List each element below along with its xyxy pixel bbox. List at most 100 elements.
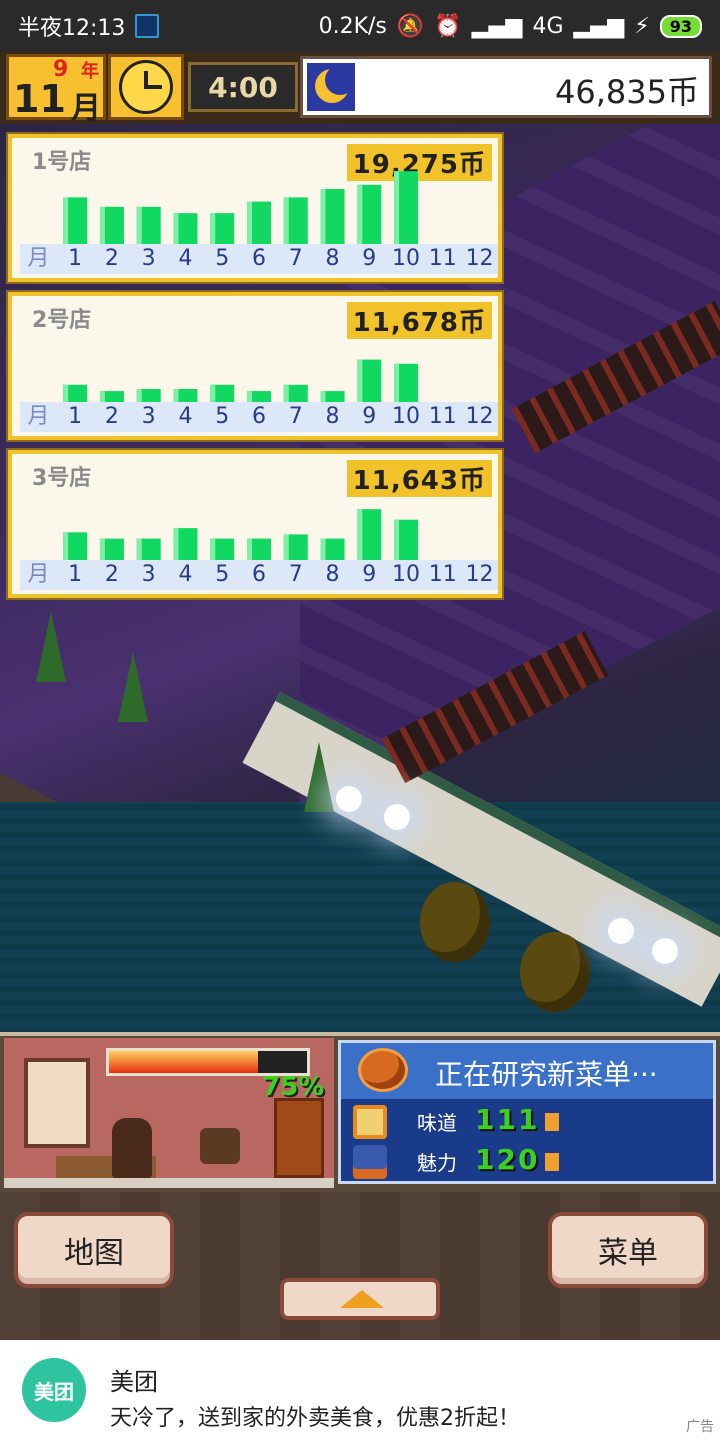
kitchen-floor	[4, 1178, 334, 1188]
month-number: 11	[13, 77, 66, 121]
charging-icon: ⚡	[634, 13, 650, 39]
game-time: 4:00	[188, 62, 298, 112]
mute-icon: 🔕	[396, 13, 425, 39]
month-tick-label: 1	[68, 404, 83, 429]
menu-button[interactable]: 菜单	[548, 1212, 708, 1288]
stat-label: 味道	[417, 1111, 457, 1135]
month-tick-label: 2	[104, 246, 119, 271]
ad-title: 美团	[110, 1368, 158, 1396]
network-speed: 0.2K/s	[318, 13, 387, 39]
month-tick-label: 9	[362, 562, 377, 587]
clock-button[interactable]	[108, 54, 184, 120]
month-tick-label: 2	[104, 562, 119, 587]
app-notification-icon	[135, 14, 160, 38]
month-tick-label: 11	[428, 562, 457, 587]
store-panel-2[interactable]: 2号店 11,678币 月 1 2 3 4 5 6 7 8 9 10 11 12	[8, 292, 502, 440]
month-tick-label: 7	[288, 404, 303, 429]
store-panel-3[interactable]: 3号店 11,643币 月 1 2 3 4 5 6 7 8 9 10 11 12	[8, 450, 502, 598]
month-tick-label: 9	[362, 404, 377, 429]
pine-tree	[36, 612, 66, 682]
month-tick-label: 6	[251, 562, 266, 587]
charm-icon	[353, 1145, 387, 1179]
taste-icon	[353, 1105, 387, 1139]
clock-icon	[119, 60, 173, 114]
month-axis: 月 1 2 3 4 5 6 7 8 9 10 11 12	[20, 560, 498, 590]
month-label: 月	[71, 91, 101, 126]
month-tick-label: 6	[251, 246, 266, 271]
month-tick-label: 12	[465, 246, 494, 271]
month-tick-label: 5	[215, 246, 230, 271]
progress-fill	[109, 1051, 258, 1073]
month-tick-label: 9	[362, 246, 377, 271]
lattice-window	[24, 1058, 90, 1148]
sales-bar-highlight	[320, 189, 326, 252]
ad-logo: 美团	[22, 1358, 86, 1422]
month-tick-label: 2	[104, 404, 119, 429]
chef-character	[112, 1118, 152, 1178]
month-tick-label: 6	[251, 404, 266, 429]
month-axis: 月 1 2 3 4 5 6 7 8 9 10 11 12	[20, 402, 498, 432]
month-tick-label: 月	[27, 404, 50, 429]
research-header: 正在研究新菜单···	[341, 1043, 713, 1099]
month-tick-label: 1	[68, 246, 83, 271]
month-tick-label: 12	[465, 562, 494, 587]
month-tick-label: 12	[465, 404, 494, 429]
street-lamp	[608, 918, 634, 944]
expand-button[interactable]	[280, 1278, 440, 1320]
month-tick-label: 8	[325, 562, 340, 587]
autumn-tree	[520, 932, 590, 1012]
up-arrow-icon	[340, 1290, 384, 1308]
dish-icon	[361, 1051, 405, 1089]
pine-tree	[118, 652, 148, 722]
status-time: 半夜12:13	[18, 16, 126, 41]
autumn-tree	[420, 882, 490, 962]
stat-bar	[545, 1113, 559, 1131]
research-title: 正在研究新菜单···	[435, 1058, 658, 1091]
sales-chart	[63, 509, 419, 568]
battery-indicator: 93	[659, 14, 702, 38]
month-tick-label: 10	[392, 562, 421, 587]
month-tick-label: 5	[215, 404, 230, 429]
sales-chart	[63, 171, 419, 252]
street-lamp	[652, 938, 678, 964]
month-tick-label: 11	[428, 404, 457, 429]
month-tick-label: 3	[141, 246, 156, 271]
month-tick-label: 3	[141, 404, 156, 429]
money-amount: 46,835币	[555, 73, 699, 111]
date-display: 9 年 11 月	[6, 54, 106, 126]
ad-description: 天冷了，送到家的外卖美食，优惠2折起！	[110, 1406, 520, 1431]
stat-row-taste: 味道 111	[347, 1103, 707, 1141]
network-type: 4G	[532, 13, 564, 39]
alarm-icon: ⏰	[434, 13, 462, 39]
month-tick-label: 3	[141, 562, 156, 587]
month-tick-label: 11	[428, 246, 457, 271]
sales-bar-highlight	[357, 184, 363, 252]
month-axis: 月 1 2 3 4 5 6 7 8 9 10 11 12	[20, 244, 498, 274]
month-tick-label: 10	[392, 404, 421, 429]
map-button[interactable]: 地图	[14, 1212, 174, 1288]
street-lamp	[384, 804, 410, 830]
month-tick-label: 1	[68, 562, 83, 587]
money-display: 46,835币	[300, 56, 712, 118]
ad-banner[interactable]: 美团 美团 天冷了，送到家的外卖美食，优惠2折起！ 广告	[0, 1340, 720, 1440]
stat-row-charm: 魅力 120	[347, 1143, 707, 1181]
moon-icon	[307, 63, 355, 111]
stat-value: 111	[475, 1103, 540, 1136]
month-tick-label: 8	[325, 246, 340, 271]
month-tick-label: 月	[27, 562, 50, 587]
stat-value: 120	[475, 1143, 540, 1176]
progress-percent: 75%	[262, 1072, 325, 1102]
month-tick-label: 10	[392, 246, 421, 271]
year-label: 年	[81, 61, 99, 82]
ad-tag: 广告	[686, 1419, 714, 1435]
cooking-pot	[200, 1128, 240, 1164]
stat-bar	[545, 1153, 559, 1171]
stat-label: 魅力	[417, 1151, 457, 1175]
store-panel-1[interactable]: 1号店 19,275币 月 1 2 3 4 5 6 7 8 9 10 11 12	[8, 134, 502, 282]
signal-icon-2: ▂▄▆	[573, 13, 625, 39]
month-tick-label: 5	[215, 562, 230, 587]
month-tick-label: 7	[288, 562, 303, 587]
status-bar: 半夜12:13 0.2K/s 🔕 ⏰ ▂▄▆ 4G ▂▄▆ ⚡ 93	[0, 0, 720, 52]
research-panel[interactable]: 正在研究新菜单··· 味道 111 魅力 120	[338, 1040, 716, 1184]
sales-chart	[63, 359, 419, 410]
